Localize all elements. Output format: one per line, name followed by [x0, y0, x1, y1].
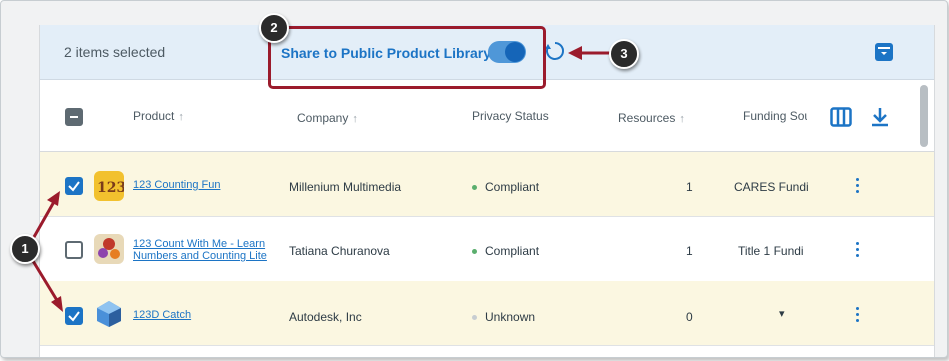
row-checkbox[interactable]: [65, 307, 83, 325]
callout-badge-2: 2: [259, 13, 289, 43]
funding-dropdown-arrow[interactable]: ▾: [779, 307, 785, 320]
privacy-label: Compliant: [485, 244, 540, 258]
column-header-label: Product: [133, 109, 175, 123]
status-dot: [472, 315, 477, 321]
row-checkbox[interactable]: [65, 177, 83, 195]
privacy-label: Compliant: [485, 180, 540, 194]
product-logo: [94, 234, 124, 264]
kebab-menu-icon[interactable]: [856, 178, 860, 196]
callout-badge-1: 1: [10, 234, 40, 264]
privacy-status: Compliant: [472, 180, 539, 194]
product-link-line2[interactable]: Numbers and Counting Lite: [133, 250, 267, 262]
resources-count: 0: [686, 310, 693, 324]
table-row[interactable]: 123 Count With Me - Learn Numbers and Co…: [40, 217, 934, 282]
status-dot: [472, 249, 477, 255]
privacy-status: Unknown: [472, 310, 535, 324]
callout-highlight-box: [268, 26, 546, 89]
company-name: Autodesk, Inc: [289, 310, 362, 324]
column-header-label: Company: [297, 111, 349, 125]
column-header-label: Resources: [618, 111, 676, 125]
status-dot: [472, 185, 477, 191]
column-header-product[interactable]: Product ↑: [133, 109, 184, 123]
kebab-menu-icon[interactable]: [856, 242, 860, 260]
svg-text:123: 123: [97, 180, 124, 196]
kebab-menu-icon[interactable]: [856, 307, 860, 325]
company-name: Tatiana Churanova: [289, 244, 390, 258]
resources-count: 1: [686, 244, 693, 258]
column-header-funding[interactable]: Funding Sou: [743, 109, 807, 123]
row-checkbox[interactable]: [65, 241, 83, 259]
column-header-privacy[interactable]: Privacy Status: [472, 109, 549, 123]
product-logo: [94, 299, 124, 329]
selected-count: 2 items selected: [64, 44, 166, 60]
table-row[interactable]: 123 123 Counting Fun Millenium Multimedi…: [40, 152, 934, 217]
sort-arrow-icon[interactable]: ↑: [178, 111, 184, 123]
column-header-company[interactable]: Company ↑: [297, 111, 358, 125]
sort-arrow-icon[interactable]: ↑: [352, 113, 358, 125]
product-link[interactable]: 123D Catch: [133, 309, 191, 321]
table-header: Product ↑ Company ↑ Privacy Status Resourc…: [40, 80, 934, 152]
table-row[interactable]: 123D Catch Autodesk, Inc Unknown 0 ▾: [40, 281, 934, 346]
privacy-status: Compliant: [472, 244, 539, 258]
funding-source: Title 1 Fundi: [738, 244, 804, 258]
funding-source: CARES Fundi: [734, 180, 809, 194]
company-name: Millenium Multimedia: [289, 180, 402, 194]
column-header-resources[interactable]: Resources ↑: [618, 111, 685, 125]
product-link[interactable]: 123 Counting Fun: [133, 179, 220, 191]
product-logo: 123: [94, 171, 126, 201]
vertical-scrollbar[interactable]: [920, 85, 928, 147]
download-icon[interactable]: [869, 106, 891, 128]
columns-icon[interactable]: [830, 107, 852, 127]
product-link[interactable]: 123 Count With Me - Learn: [133, 238, 265, 250]
resources-count: 1: [686, 180, 693, 194]
sort-arrow-icon[interactable]: ↑: [679, 113, 685, 125]
privacy-label: Unknown: [485, 310, 536, 324]
select-all-checkbox[interactable]: [65, 108, 83, 126]
archive-icon[interactable]: [875, 43, 893, 61]
callout-badge-3: 3: [609, 39, 639, 69]
refresh-icon[interactable]: [544, 40, 566, 62]
